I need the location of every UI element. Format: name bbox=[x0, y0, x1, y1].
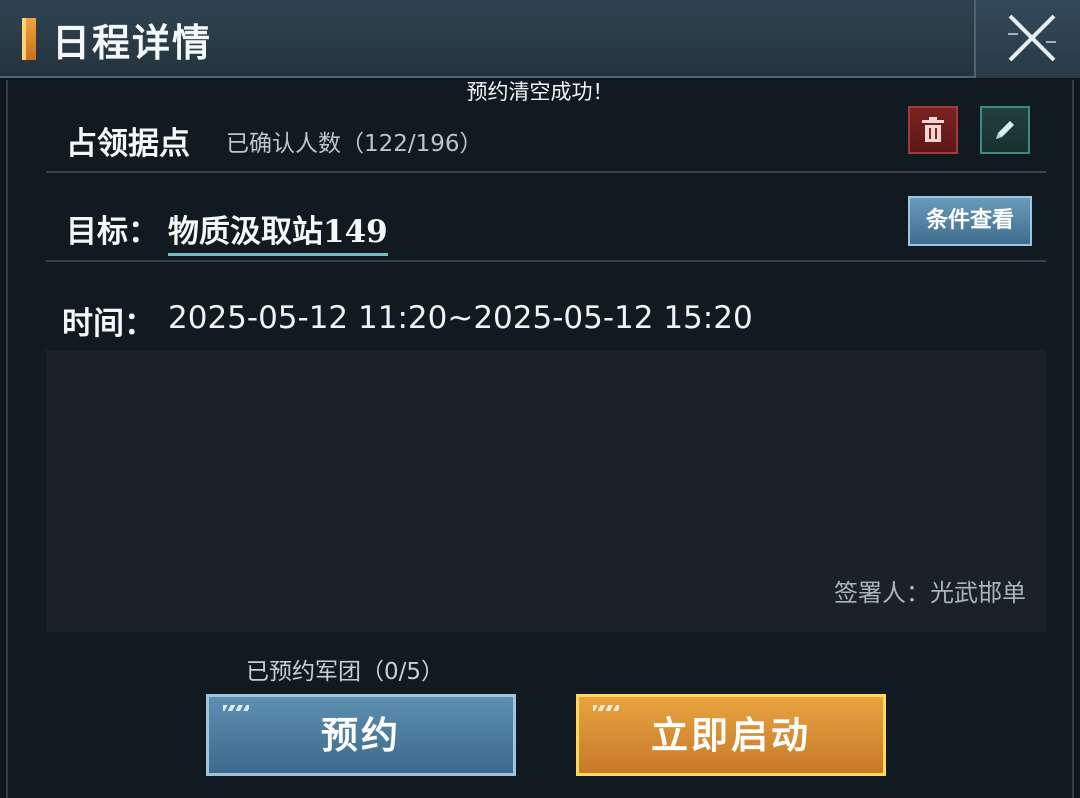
signer-text: 签署人：光武邯单 bbox=[834, 579, 1026, 607]
start-now-button[interactable]: 立即启动 bbox=[576, 694, 886, 776]
title-bar: 日程详情 bbox=[0, 0, 1080, 78]
target-label: 目标： bbox=[66, 214, 159, 250]
event-name: 占领据点 bbox=[66, 126, 190, 162]
delete-button[interactable] bbox=[908, 106, 958, 154]
stripe-decoration bbox=[593, 705, 619, 711]
divider bbox=[46, 260, 1046, 262]
trash-icon bbox=[922, 117, 944, 142]
edit-button[interactable] bbox=[980, 106, 1030, 154]
book-button[interactable]: 预约 bbox=[206, 694, 516, 776]
bracket-accent-icon bbox=[22, 18, 36, 60]
close-icon bbox=[1008, 14, 1056, 62]
pencil-icon bbox=[996, 121, 1014, 139]
toast-message: 预约清空成功！ bbox=[466, 80, 614, 104]
close-button[interactable] bbox=[974, 0, 1080, 78]
reserved-legions: 已预约军团（0/5） bbox=[246, 659, 445, 685]
divider bbox=[46, 171, 1046, 173]
time-value: 2025-05-12 11:20~2025-05-12 15:20 bbox=[168, 300, 753, 336]
view-conditions-button[interactable]: 条件查看 bbox=[908, 196, 1032, 246]
confirmed-count: 已确认人数（122/196） bbox=[226, 131, 483, 157]
target-link[interactable]: 物质汲取站149 bbox=[168, 206, 388, 256]
notes-area: 签署人：光武邯单 bbox=[46, 350, 1046, 632]
page-title: 日程详情 bbox=[52, 20, 213, 65]
time-label: 时间： bbox=[62, 306, 155, 342]
start-button-label: 立即启动 bbox=[651, 713, 811, 757]
book-button-label: 预约 bbox=[321, 713, 401, 757]
stripe-decoration bbox=[223, 705, 249, 711]
